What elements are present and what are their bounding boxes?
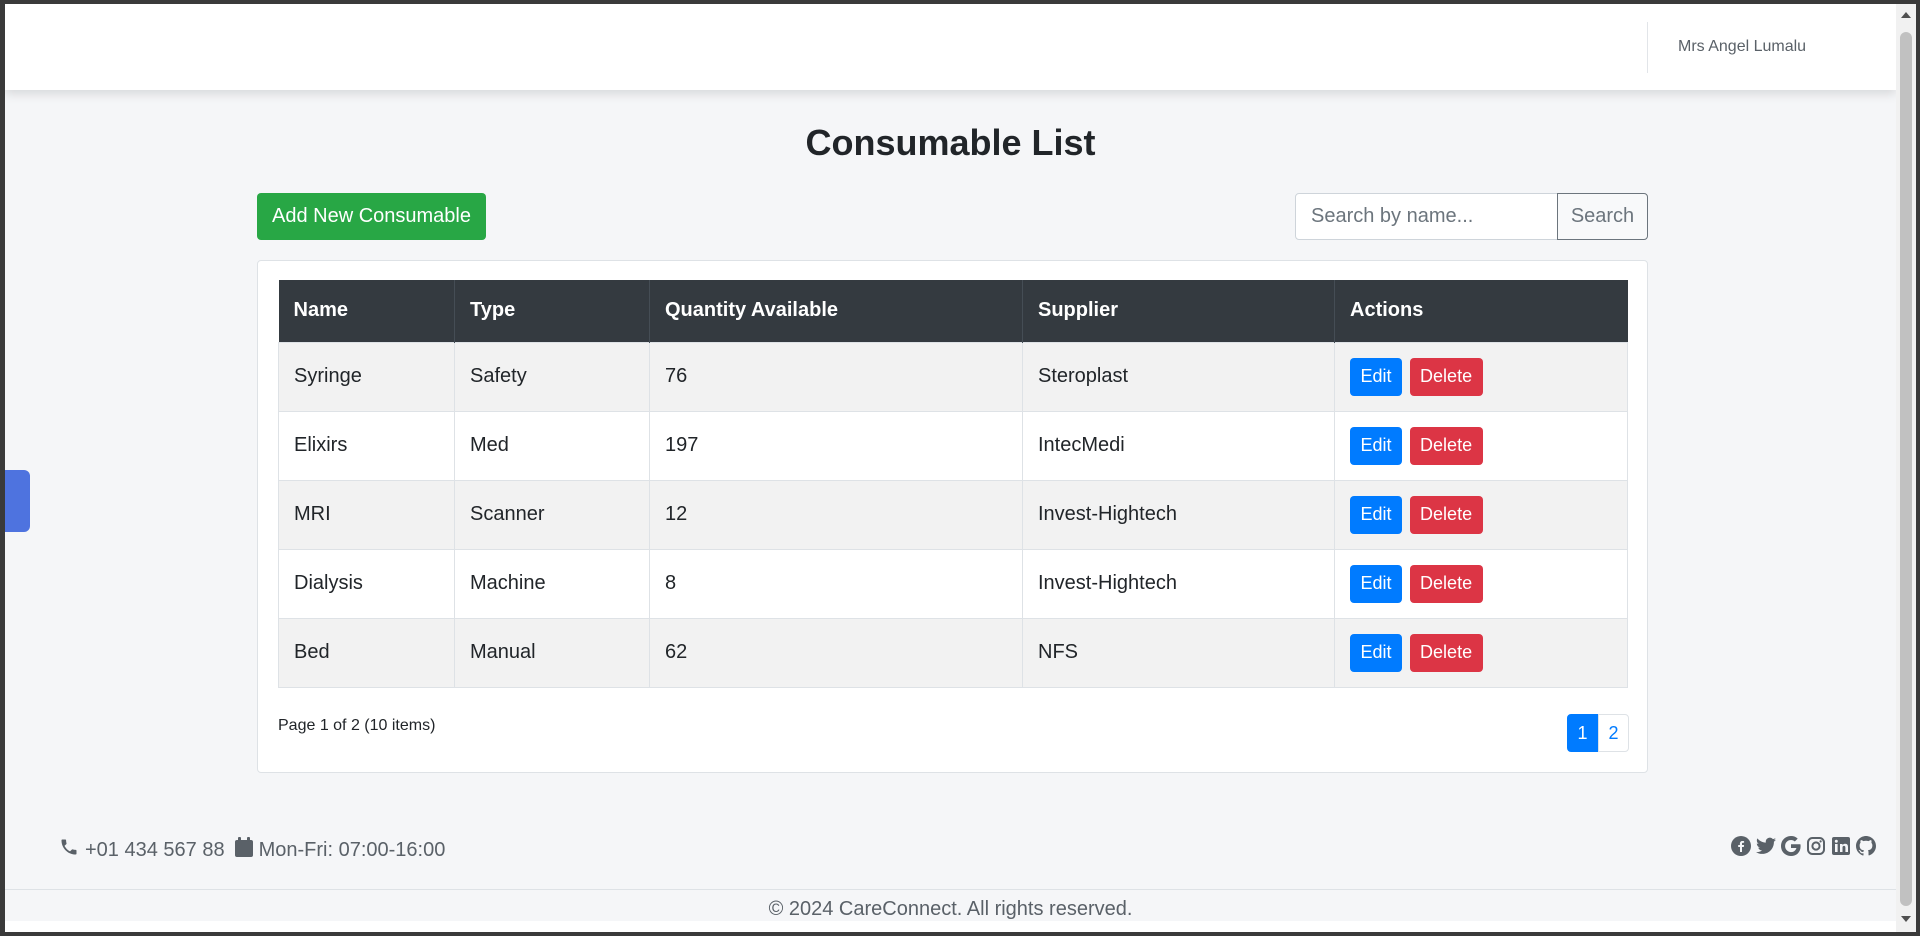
cell-name: Dialysis xyxy=(278,548,455,619)
copyright-text: © 2024 CareConnect. All rights reserved. xyxy=(768,898,1133,920)
delete-button[interactable]: Delete xyxy=(1409,357,1483,396)
edit-button[interactable]: Edit xyxy=(1350,495,1402,534)
table-row: Dialysis Machine 8 Invest-Hightech Edit … xyxy=(278,548,1628,619)
scroll-up-arrow-icon[interactable] xyxy=(1901,12,1911,18)
footer-hours: Mon-Fri: 07:00-16:00 xyxy=(234,837,446,863)
scroll-down-arrow-icon[interactable] xyxy=(1901,916,1911,922)
cell-quantity: 8 xyxy=(649,548,1023,619)
search-input[interactable] xyxy=(1295,193,1558,240)
edit-button[interactable]: Edit xyxy=(1350,426,1402,465)
top-navbar: Mrs Angel Lumalu xyxy=(5,4,1896,90)
page-link-1[interactable]: 1 xyxy=(1567,714,1598,752)
social-links xyxy=(1727,835,1877,857)
page-title: Consumable List xyxy=(805,122,1096,163)
facebook-icon[interactable] xyxy=(1730,835,1752,857)
table-header-row: Name Type Quantity Available Supplier Ac… xyxy=(278,280,1628,342)
navbar-divider xyxy=(1647,22,1648,73)
footer-phone: +01 434 567 88 xyxy=(59,837,225,863)
cell-supplier: NFS xyxy=(1022,617,1335,688)
column-header-actions: Actions xyxy=(1334,280,1628,342)
twitter-icon[interactable] xyxy=(1755,835,1777,857)
cell-type: Med xyxy=(454,410,650,481)
cell-type: Manual xyxy=(454,617,650,688)
phone-number: +01 434 567 88 xyxy=(85,838,225,861)
user-name[interactable]: Mrs Angel Lumalu xyxy=(1678,38,1806,56)
consumables-card: Name Type Quantity Available Supplier Ac… xyxy=(257,260,1648,773)
delete-button[interactable]: Delete xyxy=(1409,633,1483,672)
column-header-name: Name xyxy=(278,280,455,342)
column-header-quantity: Quantity Available xyxy=(649,280,1023,342)
search-button[interactable]: Search xyxy=(1557,193,1648,240)
sidebar-toggle-tab[interactable] xyxy=(5,470,30,532)
cell-actions: Edit Delete xyxy=(1334,617,1628,688)
cell-name: Elixirs xyxy=(278,410,455,481)
table-row: Elixirs Med 197 IntecMedi Edit Delete xyxy=(278,410,1628,481)
cell-supplier: IntecMedi xyxy=(1022,410,1335,481)
cell-type: Scanner xyxy=(454,479,650,550)
scrollbar-thumb[interactable] xyxy=(1900,32,1912,906)
cell-name: Bed xyxy=(278,617,455,688)
edit-button[interactable]: Edit xyxy=(1350,357,1402,396)
cell-type: Safety xyxy=(454,341,650,412)
table-row: Syringe Safety 76 Steroplast Edit Delete xyxy=(278,341,1628,412)
cell-quantity: 62 xyxy=(649,617,1023,688)
footer-contact: +01 434 567 88 Mon-Fri: 07:00-16:00 xyxy=(59,837,455,863)
delete-button[interactable]: Delete xyxy=(1409,495,1483,534)
table-row: Bed Manual 62 NFS Edit Delete xyxy=(278,617,1628,688)
cell-supplier: Steroplast xyxy=(1022,341,1335,412)
cell-quantity: 12 xyxy=(649,479,1023,550)
cell-supplier: Invest-Hightech xyxy=(1022,479,1335,550)
consumables-table: Name Type Quantity Available Supplier Ac… xyxy=(278,280,1628,688)
delete-button[interactable]: Delete xyxy=(1409,564,1483,603)
vertical-scrollbar[interactable] xyxy=(1896,4,1916,932)
instagram-icon[interactable] xyxy=(1805,835,1827,857)
page-link-2[interactable]: 2 xyxy=(1598,714,1629,752)
google-icon[interactable] xyxy=(1780,835,1802,857)
linkedin-icon[interactable] xyxy=(1830,835,1852,857)
edit-button[interactable]: Edit xyxy=(1350,564,1402,603)
calendar-icon xyxy=(234,837,253,863)
cell-supplier: Invest-Hightech xyxy=(1022,548,1335,619)
cell-actions: Edit Delete xyxy=(1334,548,1628,619)
cell-name: Syringe xyxy=(278,341,455,412)
cell-actions: Edit Delete xyxy=(1334,341,1628,412)
phone-icon xyxy=(59,837,79,863)
cell-quantity: 197 xyxy=(649,410,1023,481)
column-header-type: Type xyxy=(454,280,650,342)
edit-button[interactable]: Edit xyxy=(1350,633,1402,672)
cell-actions: Edit Delete xyxy=(1334,479,1628,550)
delete-button[interactable]: Delete xyxy=(1409,426,1483,465)
cell-name: MRI xyxy=(278,479,455,550)
cell-quantity: 76 xyxy=(649,341,1023,412)
add-new-consumable-button[interactable]: Add New Consumable xyxy=(257,193,486,240)
table-row: MRI Scanner 12 Invest-Hightech Edit Dele… xyxy=(278,479,1628,550)
bottom-strip xyxy=(5,921,1896,932)
cell-actions: Edit Delete xyxy=(1334,410,1628,481)
cell-type: Machine xyxy=(454,548,650,619)
browser-viewport: Mrs Angel Lumalu Consumable List Add New… xyxy=(5,4,1896,932)
column-header-supplier: Supplier xyxy=(1022,280,1335,342)
pagination-info: Page 1 of 2 (10 items) xyxy=(278,717,436,734)
opening-hours: Mon-Fri: 07:00-16:00 xyxy=(258,838,446,861)
footer-divider xyxy=(5,889,1896,890)
github-icon[interactable] xyxy=(1855,835,1877,857)
pagination: 1 2 xyxy=(1567,714,1629,752)
